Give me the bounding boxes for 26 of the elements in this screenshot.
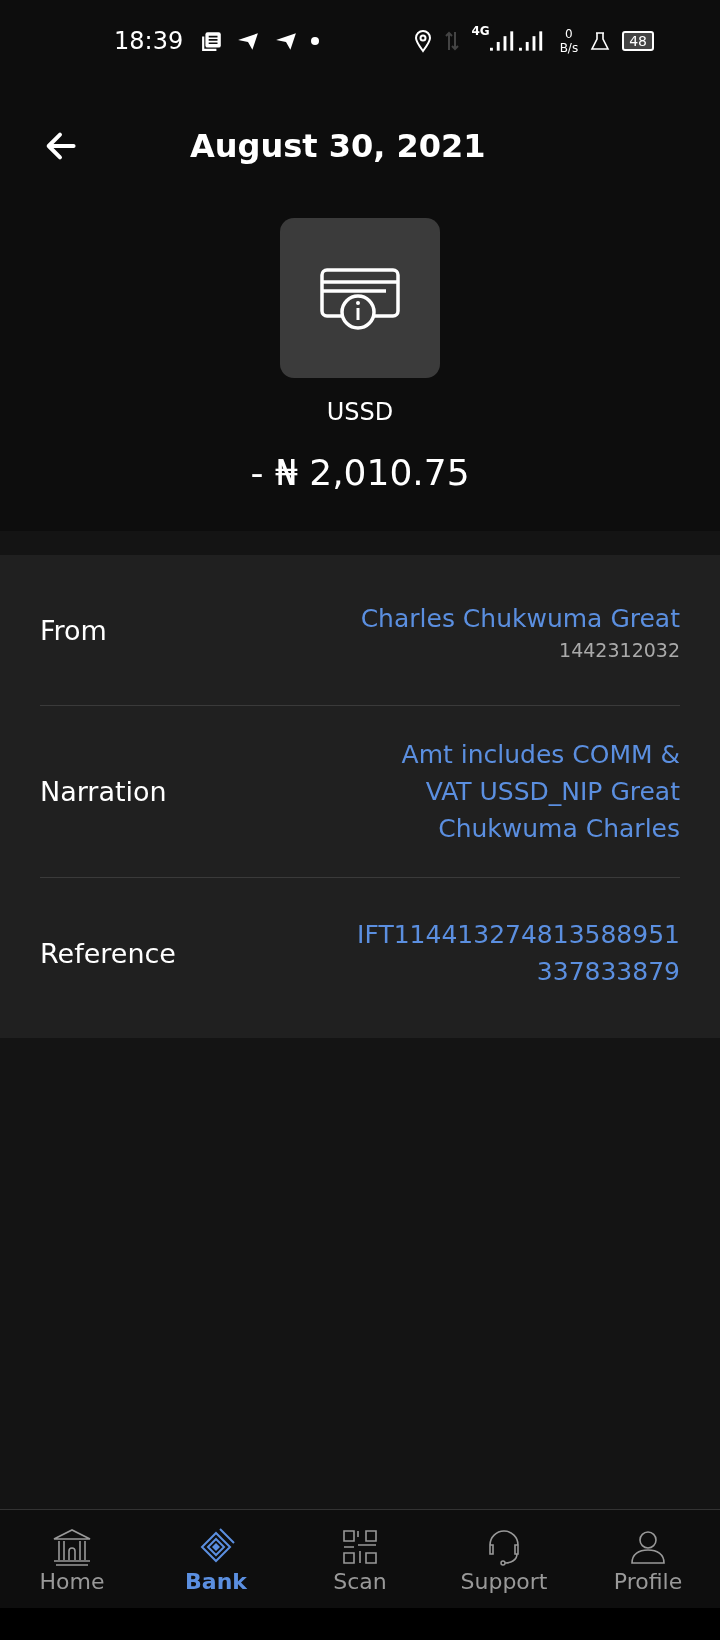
speed-unit: B/s — [559, 41, 579, 55]
detail-value: IFT114413274813588951 337833879 — [357, 919, 680, 988]
battery-level: 48 — [622, 31, 654, 51]
page-title: August 30, 2021 — [190, 127, 486, 165]
speed-value: 0 — [565, 27, 573, 41]
dot-icon — [311, 37, 320, 45]
status-time: 18:39 — [114, 27, 184, 55]
nav-tab[interactable]: Bank — [144, 1510, 288, 1608]
data-arrows-icon — [445, 30, 460, 52]
detail-label: Reference — [40, 937, 176, 969]
network-type: 4G — [471, 24, 490, 38]
news-icon — [201, 30, 224, 52]
account-number: 1442312032 — [559, 638, 680, 661]
transaction-amount: - ₦ 2,010.75 — [250, 452, 470, 493]
nav-tab[interactable]: Support — [432, 1510, 576, 1608]
detail-value: Charles Chukwuma Great — [360, 602, 680, 635]
card-info-icon — [320, 266, 400, 330]
nav-tab[interactable]: Scan — [288, 1510, 432, 1608]
nav-tab[interactable]: Profile — [576, 1510, 720, 1608]
channel-label: USSD — [326, 398, 394, 426]
nav-tab[interactable]: Home — [0, 1510, 144, 1608]
flask-icon — [590, 31, 611, 51]
detail-label: From — [40, 614, 107, 646]
detail-value: Amt includes COMM & VAT USSD_NIP Great Chukwuma Charles — [401, 739, 680, 845]
location-icon — [413, 29, 434, 53]
detail-label: Narration — [40, 776, 167, 807]
